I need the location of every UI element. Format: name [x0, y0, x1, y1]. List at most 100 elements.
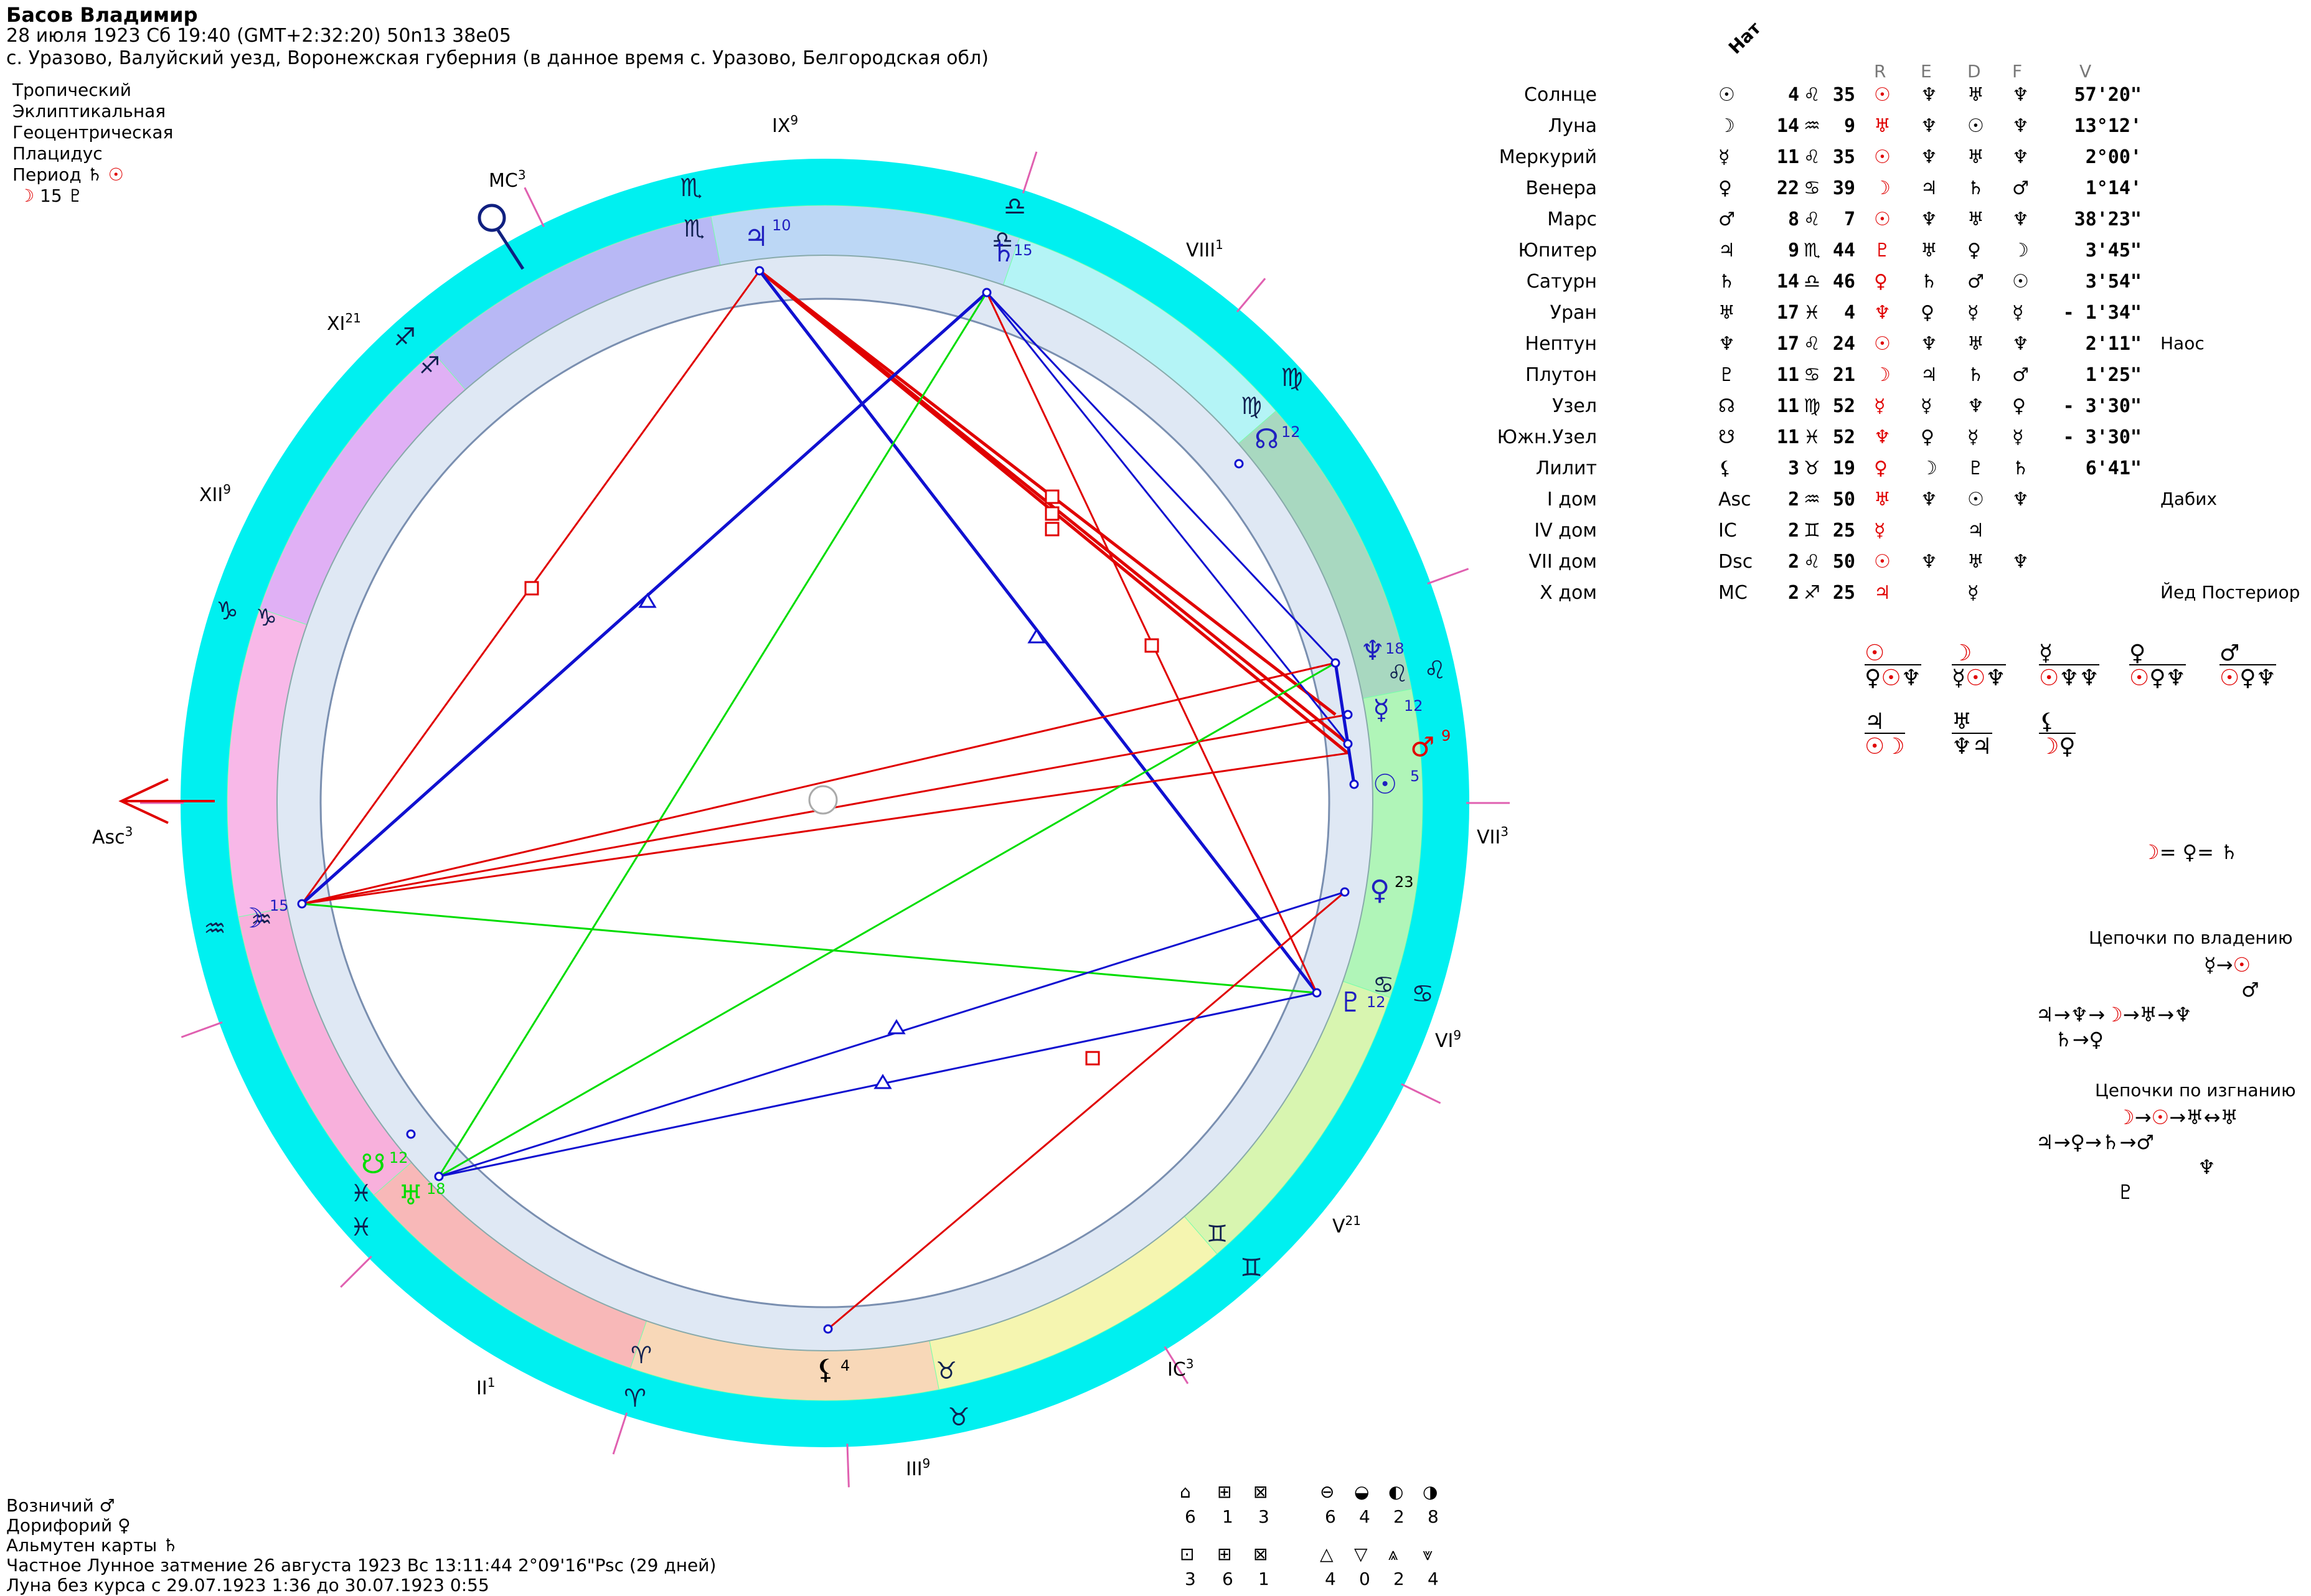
row-exaltation: ♅ — [1921, 240, 1937, 261]
row-glyph: ☉ — [1718, 84, 1735, 106]
row-detriment: ♆ — [1967, 395, 1984, 417]
row-minutes: 19 — [1832, 458, 1855, 479]
row-minutes: 35 — [1832, 146, 1855, 168]
row-detriment: ♇ — [1967, 458, 1984, 479]
anchor-venus — [1340, 887, 1350, 897]
house-cusp-tick — [1401, 1083, 1441, 1104]
row-exaltation: ♆ — [1921, 209, 1937, 230]
tree-mercury: ☿ ☉♆♆ — [2039, 641, 2099, 691]
row-detriment: ♄ — [1967, 177, 1984, 199]
row-degree: 2 — [1787, 520, 1799, 542]
anchor-jupiter — [755, 266, 765, 276]
row-speed: 13°12' — [2074, 115, 2142, 137]
row-degree: 17 — [1776, 302, 1799, 324]
neptune-degree: 18 — [1385, 640, 1405, 657]
row-sign: ♌ — [1804, 333, 1820, 355]
row-glyph: ☿ — [1718, 146, 1730, 168]
count-2b-2: 2 — [1393, 1569, 1405, 1589]
mars-glyph: ♂ — [1410, 731, 1434, 763]
row-name: VII дом — [1528, 551, 1597, 573]
house-cusp-tick — [846, 1443, 850, 1488]
row-degree: 8 — [1787, 209, 1799, 230]
anchor-moon — [297, 899, 307, 909]
row-detriment: ☿ — [1967, 302, 1979, 324]
exile-chain: ☽→☉→♅↔♅ ♃→♀→♄→♂ ♆ ♇ — [2036, 1105, 2239, 1204]
node-degree: 12 — [1281, 423, 1301, 441]
tree-moon: ☽ ☿☉♆ — [1952, 641, 2006, 691]
row-fall: ☿ — [2012, 426, 2024, 448]
row-name: Солнце — [1524, 84, 1597, 106]
venus-degree: 23 — [1395, 873, 1414, 891]
row-ruler: ♇ — [1874, 240, 1891, 261]
row-fall: ♆ — [2012, 84, 2029, 106]
ic-label: IC3 — [1167, 1356, 1194, 1381]
house-cusp-tick — [1236, 278, 1266, 312]
row-sign: ♊ — [1804, 520, 1820, 542]
footer-charioteer: Возничий ♂ — [6, 1495, 115, 1516]
sign-virgo-glyph: ♍ — [1281, 364, 1303, 392]
chart-center — [808, 785, 838, 815]
sign-cancer-glyph: ♋ — [1411, 980, 1434, 1008]
node-glyph: ☊ — [1254, 423, 1279, 455]
row-ruler: ☉ — [1874, 146, 1891, 168]
row-speed: - 3'30" — [2063, 426, 2142, 448]
row-degree: 2 — [1787, 489, 1799, 510]
row-glyph: MC — [1718, 582, 1748, 604]
venus-glyph: ♀ — [1370, 875, 1390, 906]
row-exaltation: ♃ — [1921, 177, 1937, 199]
tree-venus: ♀ ☉♀♆ — [2129, 641, 2186, 691]
south-node-glyph: ☋ — [361, 1148, 385, 1180]
row-degree: 14 — [1776, 271, 1799, 293]
row-ruler: ☉ — [1874, 551, 1891, 573]
row-fall: ♆ — [2012, 333, 2029, 355]
row-sign: ♒ — [1804, 115, 1820, 137]
sign-aries-glyph: ♈ — [624, 1384, 646, 1413]
row-ruler: ♆ — [1874, 426, 1891, 448]
count-1a-2: 3 — [1258, 1506, 1269, 1527]
row-degree: 22 — [1776, 177, 1799, 199]
row-speed: - 3'30" — [2063, 395, 2142, 417]
tree-jupiter: ♃ ☉☽ — [1865, 709, 1905, 759]
row-exaltation: ☽ — [1921, 458, 1937, 479]
row-fall: ♂ — [2012, 364, 2029, 386]
row-glyph: Dsc — [1718, 551, 1753, 573]
neptune-glyph: ♆ — [1360, 635, 1385, 667]
anchor-lilith — [823, 1324, 833, 1334]
count-2b-3: 4 — [1428, 1569, 1439, 1589]
row-exaltation: ♆ — [1921, 115, 1937, 137]
col-d: D — [1967, 61, 1981, 82]
row-sign: ♌ — [1804, 551, 1820, 573]
row-name: X дом — [1540, 582, 1597, 604]
aspect-square-marker — [1085, 1051, 1100, 1066]
row-sign: ♌ — [1804, 84, 1820, 106]
row-speed: 57'20" — [2074, 84, 2142, 106]
row-glyph: IC — [1718, 520, 1737, 542]
footer-eclipse: Частное Лунное затмение 26 августа 1923 … — [6, 1555, 717, 1575]
vi-label: VI9 — [1435, 1028, 1461, 1052]
row-ruler: ☿ — [1874, 395, 1886, 417]
count-1a-0: 6 — [1185, 1506, 1196, 1527]
row-sign: ♎ — [1804, 271, 1820, 293]
row-minutes: 35 — [1832, 84, 1855, 106]
lilith-glyph: ⚸ — [816, 1354, 835, 1386]
saturn-glyph: ♄ — [991, 237, 1015, 268]
row-name: Южн.Узел — [1497, 426, 1597, 448]
count-1b-0: 6 — [1325, 1506, 1336, 1527]
row-ruler: ♅ — [1874, 115, 1891, 137]
tree-saturn: ♅ ♆♃ — [1952, 709, 1992, 759]
row-minutes: 52 — [1832, 426, 1855, 448]
row-name: IV дом — [1534, 520, 1597, 542]
row-fall: ♀ — [2012, 395, 2026, 417]
col-v: V — [2079, 61, 2092, 82]
row-speed: 3'54" — [2085, 271, 2142, 293]
aspect-square-marker — [1045, 522, 1060, 537]
ownership-chain: ☿→☉ ♂ ♃→♆→☽→♅→♆ ♄→♀ — [2036, 953, 2259, 1051]
row-detriment: ☉ — [1967, 489, 1984, 510]
row-ruler: ♀ — [1874, 458, 1888, 479]
row-fall: ♆ — [2012, 146, 2029, 168]
mercury-degree: 12 — [1404, 697, 1423, 715]
jupiter-degree: 10 — [772, 217, 791, 234]
natal-chart-wheel: ♏ ♎ ♍ ♌ ♋ ♊ ♉ ♈ ♓ ♒ ♑ ♐ ♏ ♎ ♍ ♌ ♋ ♊ ♉ ♈ … — [92, 113, 1510, 1488]
row-note: Дабих — [2160, 489, 2218, 509]
row-name: Нептун — [1525, 333, 1597, 355]
